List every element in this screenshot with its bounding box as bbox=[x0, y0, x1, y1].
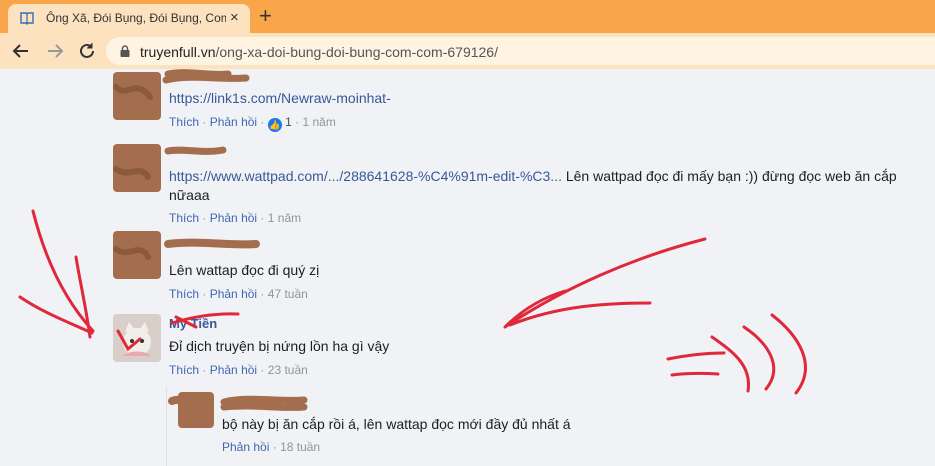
comment-time[interactable]: 1 năm bbox=[268, 211, 301, 225]
avatar[interactable] bbox=[113, 144, 161, 192]
commenter-name[interactable]: Mỹ Tiền bbox=[169, 316, 217, 331]
reply-thread-line bbox=[166, 387, 167, 466]
book-icon bbox=[20, 12, 34, 25]
comment-meta: Thích · Phản hồi · 47 tuần bbox=[169, 287, 308, 301]
reply-button[interactable]: Phản hồi bbox=[222, 440, 269, 454]
like-reaction-icon: 👍 bbox=[267, 118, 282, 132]
avatar[interactable] bbox=[113, 231, 161, 279]
browser-toolbar: truyenfull.vn/ong-xa-doi-bung-doi-bung-c… bbox=[0, 33, 935, 69]
comment-area: https://link1s.com/Newraw-moinhat- Thích… bbox=[0, 69, 935, 466]
reply-button[interactable]: Phản hồi bbox=[210, 211, 257, 225]
avatar[interactable] bbox=[113, 72, 161, 120]
address-bar[interactable]: truyenfull.vn/ong-xa-doi-bung-doi-bung-c… bbox=[106, 37, 935, 65]
comment-time[interactable]: 47 tuần bbox=[268, 287, 308, 301]
reaction-count: 1 bbox=[285, 115, 292, 129]
comment-meta: Thích · Phản hồi · 1 năm bbox=[169, 211, 302, 225]
tab-strip: Ông Xã, Đói Bụng, Đói Bụng, Com × + bbox=[0, 0, 935, 33]
comment-time[interactable]: 18 tuần bbox=[280, 440, 320, 454]
comment-text: Đỉ dịch truyện bị nứng lồn ha gì vậy bbox=[169, 338, 390, 354]
comment-link[interactable]: https://link1s.com/Newraw-moinhat- bbox=[169, 90, 391, 106]
cat-avatar-icon bbox=[113, 314, 161, 362]
like-button[interactable]: Thích bbox=[169, 363, 199, 377]
like-button[interactable]: Thích bbox=[169, 115, 199, 129]
avatar[interactable] bbox=[113, 314, 161, 362]
tab-close-icon[interactable]: × bbox=[230, 9, 239, 26]
comment-meta: Thích · Phản hồi · 23 tuần bbox=[169, 363, 308, 377]
like-button[interactable]: Thích bbox=[169, 287, 199, 301]
comment-meta: Thích · Phản hồi · 👍 1 · 1 năm bbox=[169, 115, 336, 132]
comment-link[interactable]: https://www.wattpad.com/.../288641628-%C… bbox=[169, 168, 562, 184]
comment-time[interactable]: 23 tuần bbox=[268, 363, 308, 377]
reply-button[interactable]: Phản hồi bbox=[210, 115, 257, 129]
comment-text: Lên wattap đọc đi quý zị bbox=[169, 262, 320, 278]
comment-text: https://link1s.com/Newraw-moinhat- bbox=[169, 89, 391, 108]
comment-time[interactable]: 1 năm bbox=[302, 115, 335, 129]
reload-icon[interactable] bbox=[78, 42, 96, 60]
back-arrow-icon[interactable] bbox=[12, 43, 30, 59]
reply-meta: Phản hồi · 18 tuần bbox=[222, 440, 321, 454]
new-tab-button[interactable]: + bbox=[259, 3, 272, 29]
comment-text: https://www.wattpad.com/.../288641628-%C… bbox=[169, 168, 897, 203]
tab-title: Ông Xã, Đói Bụng, Đói Bụng, Com bbox=[46, 11, 226, 25]
reply-text: bộ này bị ăn cắp rồi á, lên wattap đọc m… bbox=[222, 416, 571, 432]
lock-icon bbox=[120, 45, 130, 57]
reply-button[interactable]: Phản hồi bbox=[210, 287, 257, 301]
like-button[interactable]: Thích bbox=[169, 211, 199, 225]
forward-arrow-icon[interactable] bbox=[46, 43, 64, 59]
browser-tab[interactable]: Ông Xã, Đói Bụng, Đói Bụng, Com × bbox=[8, 4, 250, 33]
url-text[interactable]: truyenfull.vn/ong-xa-doi-bung-doi-bung-c… bbox=[140, 44, 498, 60]
avatar[interactable] bbox=[178, 392, 214, 428]
reply-button[interactable]: Phản hồi bbox=[210, 363, 257, 377]
